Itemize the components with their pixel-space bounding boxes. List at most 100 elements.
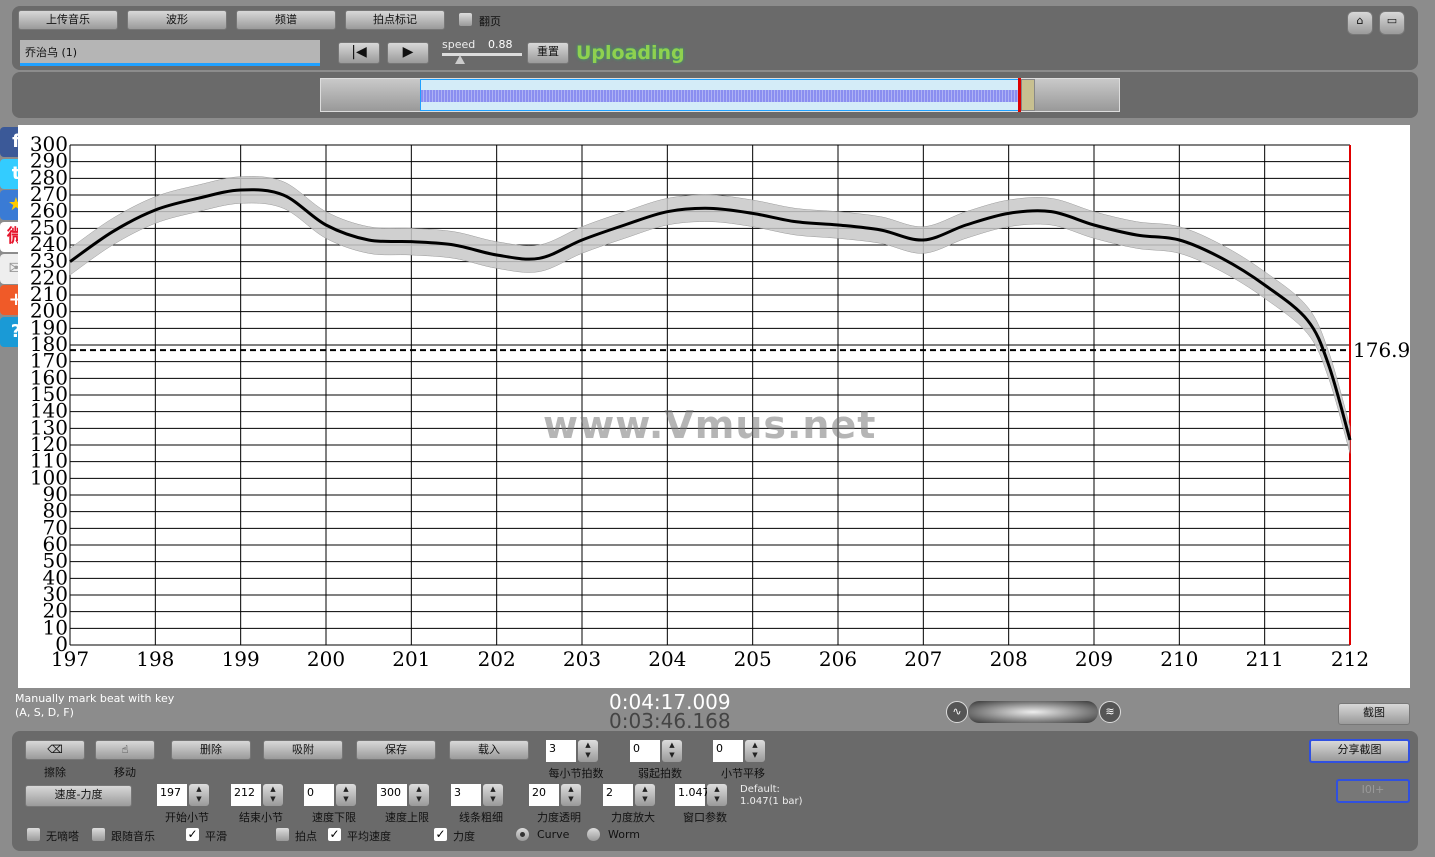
hint-line-1: Manually mark beat with key	[15, 692, 175, 705]
save-button[interactable]: 保存	[356, 740, 436, 760]
x-tick-label: 198	[136, 647, 174, 671]
spinner-8[interactable]: 20 ▲ ▼ 力度透明	[529, 784, 589, 824]
spinner-label: 开始小节	[165, 811, 209, 824]
x-tick-label: 212	[1331, 647, 1369, 671]
spinner-arrows-icon[interactable]: ▲ ▼	[578, 740, 598, 762]
home-button[interactable]: ⌂	[1347, 11, 1373, 35]
move-label: 移动	[114, 766, 136, 779]
play-button[interactable]: ▶	[387, 42, 429, 64]
spinner-arrows-icon[interactable]: ▲ ▼	[336, 784, 356, 806]
checkbox-4[interactable]: ✓	[328, 828, 341, 841]
disabled-button: I0I+	[1336, 779, 1410, 803]
speed-slider-thumb[interactable]	[455, 55, 465, 64]
spinner-arrows-icon[interactable]: ▲ ▼	[561, 784, 581, 806]
spinner-value[interactable]: 0	[304, 784, 334, 806]
spinner-arrows-icon[interactable]: ▲ ▼	[409, 784, 429, 806]
spinner-9[interactable]: 2 ▲ ▼ 力度放大	[603, 784, 663, 824]
x-tick-label: 201	[392, 647, 430, 671]
upload-music-button[interactable]: 上传音乐	[18, 10, 118, 30]
checkbox-2[interactable]: ✓	[186, 828, 199, 841]
spinner-7[interactable]: 3 ▲ ▼ 线条粗细	[451, 784, 511, 824]
erase-tool-button[interactable]: ⌫	[25, 740, 85, 760]
spinner-label: 每小节拍数	[548, 767, 604, 780]
spinner-label: 结束小节	[239, 811, 283, 824]
waveform-visible-region[interactable]	[420, 79, 1020, 111]
checkbox-label: 平滑	[205, 830, 227, 843]
spinner-4[interactable]: 212 ▲ ▼ 结束小节	[231, 784, 291, 824]
tempo-dynamics-button[interactable]: 速度-力度	[25, 785, 132, 807]
spinner-value[interactable]: 300	[377, 784, 407, 806]
checkbox-0[interactable]	[27, 828, 40, 841]
spinner-value[interactable]: 3	[451, 784, 481, 806]
spinner-arrows-icon[interactable]: ▲ ▼	[662, 740, 682, 762]
spinner-value[interactable]: 0	[630, 740, 660, 762]
speed-label: speed	[442, 38, 476, 51]
spinner-label: 线条粗细	[459, 811, 503, 824]
spinner-10[interactable]: 1.047 ▲ ▼ 窗口参数	[675, 784, 735, 824]
selection-handle[interactable]	[1021, 79, 1035, 111]
spinner-arrows-icon[interactable]: ▲ ▼	[189, 784, 209, 806]
radio-label: Worm	[608, 828, 641, 841]
x-tick-label: 203	[563, 647, 601, 671]
x-tick-label: 206	[819, 647, 857, 671]
delete-button[interactable]: 删除	[171, 740, 251, 760]
spinner-arrows-icon[interactable]: ▲ ▼	[707, 784, 727, 806]
spinner-value[interactable]: 3	[546, 740, 576, 762]
checkbox-1[interactable]	[92, 828, 105, 841]
zoom-slider[interactable]	[968, 701, 1098, 723]
chart-area: 0 10 20 30 40 50 60 70 80 90 100 110 120 130 140 150 160…	[18, 125, 1410, 688]
spinner-2[interactable]: 0 ▲ ▼ 小节平移	[713, 740, 773, 780]
rewind-button[interactable]: |◀	[338, 42, 380, 64]
spinner-6[interactable]: 300 ▲ ▼ 速度上限	[377, 784, 437, 824]
spinner-arrows-icon[interactable]: ▲ ▼	[745, 740, 765, 762]
screenshot-button[interactable]: 截图	[1338, 703, 1410, 725]
beat-mark-button[interactable]: 拍点标记	[345, 10, 445, 30]
song-title-field[interactable]: 乔治乌 (1)	[20, 40, 320, 66]
spectrum-view-icon[interactable]: ≋	[1099, 701, 1121, 723]
waveform-view-icon[interactable]: ∿	[946, 701, 968, 723]
share-screenshot-button[interactable]: 分享截图	[1309, 739, 1410, 763]
spinner-arrows-icon[interactable]: ▲ ▼	[635, 784, 655, 806]
radio-worm[interactable]	[587, 828, 600, 841]
reset-button[interactable]: 重置	[527, 42, 569, 64]
spinner-label: 弱起拍数	[638, 767, 682, 780]
x-tick-label: 209	[1075, 647, 1113, 671]
move-tool-button[interactable]: ☝	[95, 740, 155, 760]
radio-label: Curve	[537, 828, 570, 841]
average-tempo-label: 176.9	[1353, 338, 1410, 362]
checkbox-5[interactable]: ✓	[434, 828, 447, 841]
spinner-arrows-icon[interactable]: ▲ ▼	[263, 784, 283, 806]
x-tick-label: 199	[222, 647, 260, 671]
x-tick-label: 205	[734, 647, 772, 671]
y-tick-label: 300	[30, 132, 68, 156]
snap-button[interactable]: 吸附	[263, 740, 343, 760]
spinner-3[interactable]: 197 ▲ ▼ 开始小节	[157, 784, 217, 824]
waveform-button[interactable]: 波形	[127, 10, 227, 30]
spinner-value[interactable]: 212	[231, 784, 261, 806]
spectrum-button[interactable]: 频谱	[236, 10, 336, 30]
spinner-label: 力度放大	[611, 811, 655, 824]
spinner-0[interactable]: 3 ▲ ▼ 每小节拍数	[546, 740, 606, 780]
spinner-5[interactable]: 0 ▲ ▼ 速度下限	[304, 784, 364, 824]
x-tick-label: 204	[648, 647, 686, 671]
erase-label: 擦除	[44, 766, 66, 779]
spinner-value[interactable]: 20	[529, 784, 559, 806]
radio-curve[interactable]	[516, 828, 529, 841]
page-turn-checkbox[interactable]	[459, 13, 472, 26]
spinner-value[interactable]: 2	[603, 784, 633, 806]
spinner-1[interactable]: 0 ▲ ▼ 弱起拍数	[630, 740, 690, 780]
fullscreen-button[interactable]: ▭	[1379, 11, 1405, 35]
spinner-arrows-icon[interactable]: ▲ ▼	[483, 784, 503, 806]
spinner-value[interactable]: 1.047	[675, 784, 710, 806]
upload-status: Uploading	[576, 42, 685, 64]
speed-slider[interactable]	[442, 53, 522, 56]
spinner-value[interactable]: 0	[713, 740, 743, 762]
spinner-label: 力度透明	[537, 811, 581, 824]
spinner-value[interactable]: 197	[157, 784, 187, 806]
x-tick-label: 210	[1160, 647, 1198, 671]
load-button[interactable]: 载入	[449, 740, 529, 760]
spinner-label: 速度上限	[385, 811, 429, 824]
x-tick-label: 197	[51, 647, 89, 671]
checkbox-3[interactable]	[276, 828, 289, 841]
x-tick-label: 207	[904, 647, 942, 671]
